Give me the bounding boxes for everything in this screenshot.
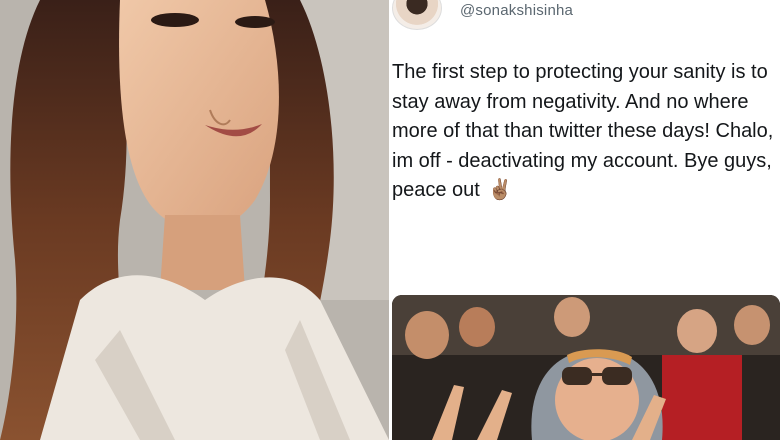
gif-illustration [392, 295, 780, 440]
audience-peace-sign-gif[interactable] [392, 295, 780, 440]
tweet-body: The first step to protecting your sanity… [392, 61, 779, 201]
tweet-handle[interactable]: @sonakshisinha [460, 2, 573, 19]
peace-emoji: ✌🏽 [487, 179, 513, 201]
portrait-illustration [0, 0, 389, 440]
portrait-photo [0, 0, 389, 440]
tweet-text: The first step to protecting your sanity… [392, 58, 780, 206]
